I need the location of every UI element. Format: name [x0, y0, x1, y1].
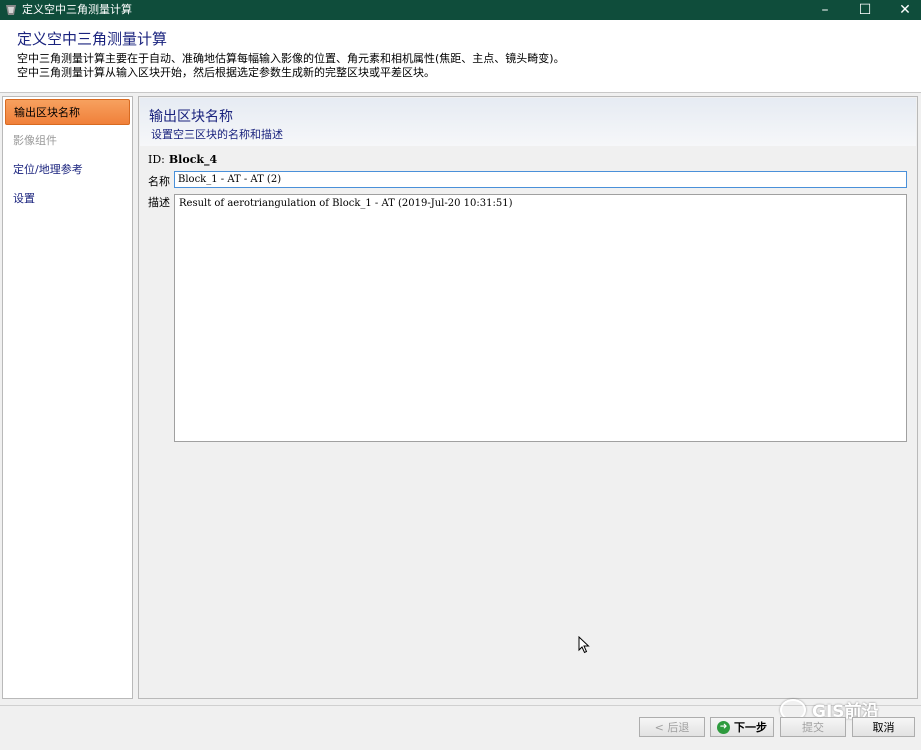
next-button-label: 下一步 — [734, 721, 767, 734]
cancel-button-label: 取消 — [872, 721, 895, 734]
id-value: Block_4 — [168, 153, 218, 166]
window-title-bar: 定义空中三角测量计算 – ☐ ✕ — [0, 0, 921, 20]
arrow-right-icon: ➜ — [717, 720, 730, 734]
submit-button-label: 提交 — [802, 721, 824, 734]
cancel-button[interactable]: 取消 — [852, 717, 915, 737]
app-icon — [6, 5, 16, 15]
nav-item-photos: 影像组件 — [13, 134, 57, 147]
panel-title: 输出区块名称 — [149, 109, 233, 125]
close-button[interactable]: ✕ — [883, 0, 921, 20]
name-label: 名称 — [148, 175, 170, 188]
minimize-button[interactable]: – — [803, 0, 847, 20]
nav-item-output-block-name[interactable]: 输出区块名称 — [5, 99, 130, 125]
name-input[interactable] — [174, 171, 907, 188]
dialog-title: 定义空中三角测量计算 — [17, 30, 168, 48]
mouse-cursor-icon — [578, 636, 590, 654]
panel-header: 输出区块名称 设置空三区块的名称和描述 — [140, 98, 916, 146]
maximize-button[interactable]: ☐ — [843, 0, 887, 20]
description-line-1: 空中三角测量计算主要在于自动、准确地估算每幅输入影像的位置、角元素和相机属性(焦… — [17, 52, 565, 65]
back-button-label: < 后退 — [654, 721, 690, 734]
description-textarea[interactable]: Result of aerotriangulation of Block_1 -… — [174, 194, 907, 442]
window-title: 定义空中三角测量计算 — [22, 3, 132, 16]
description-line-2: 空中三角测量计算从输入区块开始，然后根据选定参数生成新的完整区块或平差区块。 — [17, 66, 435, 79]
wizard-nav: 输出区块名称 影像组件 定位/地理参考 设置 — [2, 96, 133, 699]
next-button[interactable]: ➜ 下一步 — [710, 717, 774, 737]
dialog-description: 空中三角测量计算主要在于自动、准确地估算每幅输入影像的位置、角元素和相机属性(焦… — [17, 52, 565, 80]
id-label: ID: — [148, 153, 165, 166]
submit-button[interactable]: 提交 — [780, 717, 846, 737]
panel-subtitle: 设置空三区块的名称和描述 — [151, 128, 283, 141]
back-button[interactable]: < 后退 — [639, 717, 705, 737]
block-id-row: ID: Block_4 — [148, 153, 217, 166]
dialog-header: 定义空中三角测量计算 空中三角测量计算主要在于自动、准确地估算每幅输入影像的位置… — [0, 20, 921, 93]
description-label: 描述 — [148, 196, 170, 209]
content-panel: 输出区块名称 设置空三区块的名称和描述 ID:Block_4 名称 描述 Res… — [138, 96, 918, 699]
nav-item-settings[interactable]: 设置 — [5, 186, 130, 212]
nav-item-georeference[interactable]: 定位/地理参考 — [5, 157, 130, 183]
